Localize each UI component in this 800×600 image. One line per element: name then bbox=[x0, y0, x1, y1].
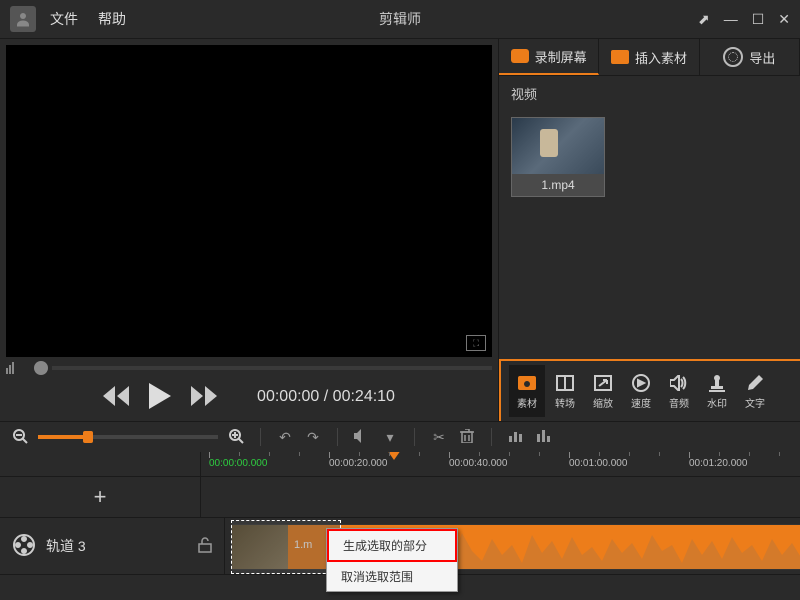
tool-material[interactable]: 素材 bbox=[509, 365, 545, 417]
media-list: 1.mp4 bbox=[499, 111, 800, 203]
tool-watermark[interactable]: 水印 bbox=[699, 365, 735, 417]
undo-button[interactable]: ↶ bbox=[275, 429, 295, 446]
zoom-icon bbox=[594, 373, 612, 393]
add-track-row: + bbox=[0, 477, 800, 518]
camera-icon bbox=[511, 49, 529, 63]
timeline: 00:00:00.000 00:00:20.000 00:00:40.000 0… bbox=[0, 452, 800, 600]
zoom-slider[interactable] bbox=[38, 435, 218, 439]
track-content[interactable]: 1.m bbox=[225, 518, 800, 574]
section-video-header: 视频 bbox=[499, 76, 800, 111]
window-controls: ⬈ — ☐ ✕ bbox=[698, 11, 790, 28]
cut-button[interactable]: ✂ bbox=[429, 429, 449, 446]
tool-speed[interactable]: 速度 bbox=[623, 365, 659, 417]
right-panel: 录制屏幕 插入素材 导出 视频 1.mp4 素材 转场 缩放 速度 音频 水印 … bbox=[498, 39, 800, 421]
maximize-button[interactable]: ☐ bbox=[752, 11, 765, 28]
minimize-button[interactable]: — bbox=[724, 11, 738, 27]
selection-range[interactable] bbox=[231, 520, 341, 574]
preview-panel: ⛶ 00:00:00 / 00:24:10 bbox=[0, 39, 498, 421]
thumbnail-label: 1.mp4 bbox=[512, 174, 604, 196]
tab-insert[interactable]: 插入素材 bbox=[599, 39, 699, 75]
tab-record[interactable]: 录制屏幕 bbox=[499, 39, 599, 75]
preview-progress[interactable] bbox=[6, 363, 492, 373]
speed-icon bbox=[632, 373, 650, 393]
user-avatar[interactable] bbox=[10, 6, 36, 32]
playback-time: 00:00:00 / 00:24:10 bbox=[257, 388, 395, 406]
zoom-control bbox=[10, 428, 246, 447]
track-label: 轨道 3 bbox=[46, 536, 86, 556]
ctx-generate-selection[interactable]: 生成选取的部分 bbox=[327, 529, 457, 562]
timeline-ruler[interactable]: 00:00:00.000 00:00:20.000 00:00:40.000 0… bbox=[0, 452, 800, 477]
tab-export[interactable]: 导出 bbox=[700, 39, 800, 75]
fullscreen-icon[interactable]: ⛶ bbox=[466, 335, 486, 351]
transition-icon bbox=[556, 373, 574, 393]
delete-button[interactable] bbox=[457, 429, 477, 446]
ctx-cancel-selection[interactable]: 取消选取范围 bbox=[327, 562, 457, 591]
tool-text[interactable]: 文字 bbox=[737, 365, 773, 417]
timeline-toolbar: ↶ ↷ ▾ ✂ bbox=[0, 421, 800, 452]
title-bar: 文件 帮助 剪辑师 ⬈ — ☐ ✕ bbox=[0, 0, 800, 39]
speaker-icon bbox=[670, 373, 688, 393]
ruler-ticks: 00:00:00.000 00:00:20.000 00:00:40.000 0… bbox=[201, 452, 800, 476]
folder-icon bbox=[611, 50, 629, 64]
video-preview[interactable]: ⛶ bbox=[6, 45, 492, 357]
redo-button[interactable]: ↷ bbox=[303, 429, 323, 446]
menu-help[interactable]: 帮助 bbox=[98, 9, 126, 29]
camera-tool-icon bbox=[518, 373, 536, 393]
tool-audio[interactable]: 音频 bbox=[661, 365, 697, 417]
expand-icon[interactable]: ⬈ bbox=[698, 11, 710, 28]
playback-controls: 00:00:00 / 00:24:10 bbox=[0, 373, 498, 421]
progress-track[interactable] bbox=[52, 366, 492, 370]
zoom-out-button[interactable] bbox=[10, 428, 30, 447]
pencil-icon bbox=[747, 373, 763, 393]
zoom-in-button[interactable] bbox=[226, 428, 246, 447]
tool-transition[interactable]: 转场 bbox=[547, 365, 583, 417]
main-area: ⛶ 00:00:00 / 00:24:10 录制屏幕 插入素材 导出 视频 1.… bbox=[0, 39, 800, 421]
marker-button[interactable]: ▾ bbox=[380, 429, 400, 446]
film-icon bbox=[12, 533, 36, 560]
menu-file[interactable]: 文件 bbox=[50, 9, 78, 29]
add-track-button[interactable]: + bbox=[0, 477, 201, 517]
context-menu: 生成选取的部分 取消选取范围 bbox=[326, 528, 458, 592]
thumbnail-image bbox=[512, 118, 604, 174]
main-menu: 文件 帮助 bbox=[50, 9, 126, 29]
app-title: 剪辑师 bbox=[379, 9, 421, 29]
close-button[interactable]: ✕ bbox=[778, 11, 790, 28]
track-header: 轨道 3 bbox=[0, 518, 225, 574]
tool-strip: 素材 转场 缩放 速度 音频 水印 文字 bbox=[499, 359, 800, 421]
rewind-button[interactable] bbox=[103, 386, 129, 409]
lock-icon[interactable] bbox=[198, 537, 212, 556]
right-tabs: 录制屏幕 插入素材 导出 bbox=[499, 39, 800, 76]
reel-icon bbox=[723, 47, 743, 67]
stamp-icon bbox=[709, 373, 725, 393]
mute-button[interactable] bbox=[352, 429, 372, 446]
media-thumbnail[interactable]: 1.mp4 bbox=[511, 117, 605, 197]
eq-button-1[interactable] bbox=[506, 429, 526, 445]
zoom-handle[interactable] bbox=[83, 431, 93, 443]
play-button[interactable] bbox=[149, 383, 171, 412]
tool-zoom[interactable]: 缩放 bbox=[585, 365, 621, 417]
tick-start: 00:00:00.000 bbox=[209, 458, 267, 469]
forward-button[interactable] bbox=[191, 386, 217, 409]
eq-button-2[interactable] bbox=[534, 429, 554, 445]
